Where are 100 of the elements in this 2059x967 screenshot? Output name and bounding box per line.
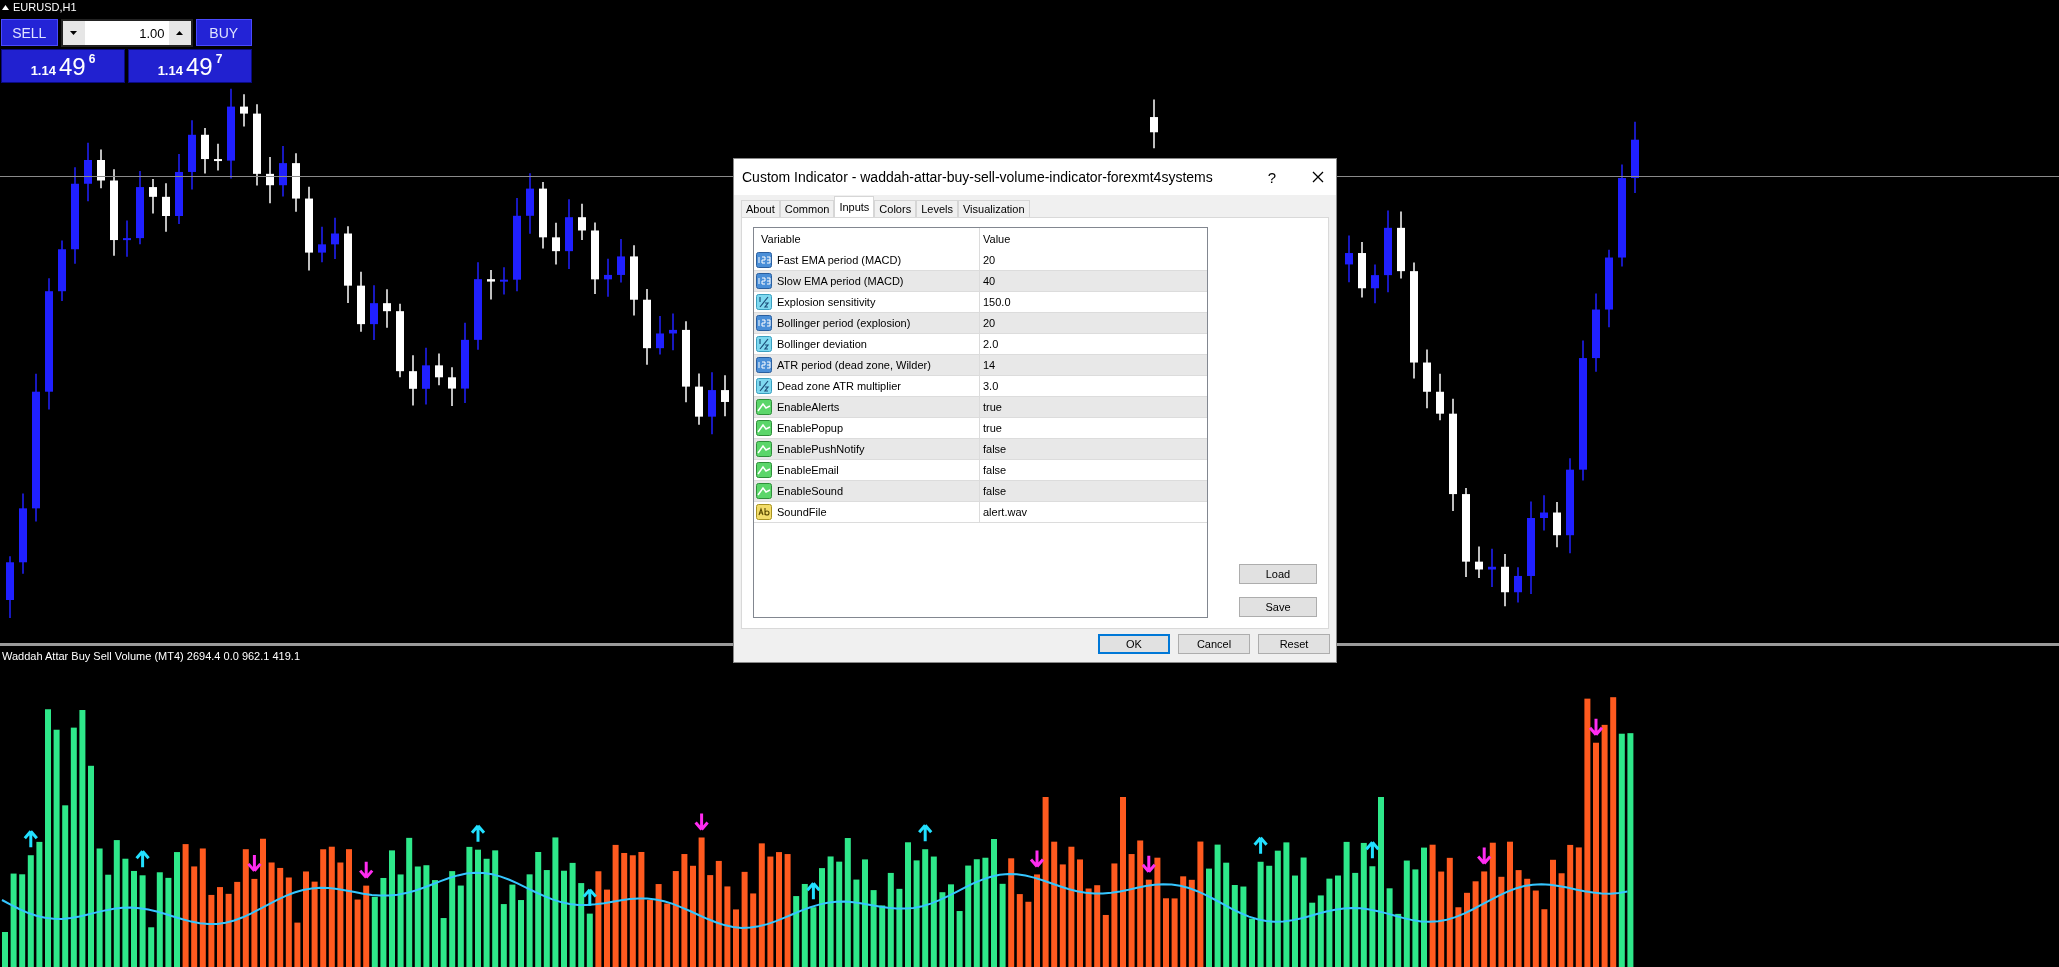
indicator-label: Waddah Attar Buy Sell Volume (MT4) 2694.4 0.0 962.1 419.1: [2, 650, 300, 662]
save-button[interactable]: Save: [1239, 597, 1317, 617]
fraction-icon: [756, 378, 772, 394]
candle: [1540, 494, 1548, 532]
candle: [1501, 553, 1509, 608]
candle: [1150, 98, 1158, 149]
variable-value[interactable]: 150.0: [980, 292, 1207, 312]
buy-signal-arrow: [470, 824, 486, 844]
candle: [656, 315, 664, 356]
candle: [357, 270, 365, 333]
candle: [539, 181, 547, 250]
candle: [84, 141, 92, 202]
candle: [1358, 241, 1366, 299]
sell-signal-arrow: [246, 853, 262, 873]
variable-value[interactable]: 20: [980, 250, 1207, 270]
candle: [1475, 545, 1483, 579]
candle: [487, 269, 495, 301]
candle: [1553, 501, 1561, 548]
variable-value[interactable]: 3.0: [980, 376, 1207, 396]
close-icon[interactable]: [1312, 171, 1324, 183]
buy-signal-arrow: [917, 823, 933, 843]
integer-icon: [756, 315, 772, 331]
tab[interactable]: Colors: [874, 200, 917, 217]
variable-value[interactable]: 20: [980, 313, 1207, 333]
integer-icon: [756, 252, 772, 268]
candle: [240, 93, 248, 128]
candle: [1345, 234, 1353, 283]
variable-name: EnableAlerts: [777, 401, 840, 413]
candle: [292, 152, 300, 213]
help-button[interactable]: ?: [1259, 168, 1284, 186]
sell-button[interactable]: SELL: [1, 19, 58, 46]
candle: [331, 217, 339, 260]
variable-name: EnableSound: [777, 485, 844, 497]
variable-value[interactable]: alert.wav: [980, 502, 1207, 522]
dialog-button[interactable]: OK: [1098, 634, 1170, 654]
candle: [279, 145, 287, 198]
buy-button[interactable]: BUY: [195, 19, 252, 46]
variable-name: ATR period (dead zone, Wilder): [777, 359, 931, 371]
candle: [97, 148, 105, 190]
variable-value[interactable]: false: [980, 460, 1207, 480]
sell-signal-arrow: [1029, 848, 1045, 868]
candle: [162, 182, 170, 233]
variable-value[interactable]: 40: [980, 271, 1207, 291]
variable-name: Bollinger period (explosion): [777, 317, 911, 329]
variable-value[interactable]: 2.0: [980, 334, 1207, 354]
buy-signal-arrow: [1364, 840, 1380, 860]
variable-value[interactable]: false: [980, 439, 1207, 459]
collapse-icon[interactable]: [2, 4, 9, 10]
variable-value[interactable]: false: [980, 481, 1207, 501]
variable-name: Fast EMA period (MACD): [777, 254, 902, 266]
sell-signal-arrow: [694, 812, 710, 831]
candle: [708, 371, 716, 435]
tab[interactable]: Common: [779, 200, 835, 217]
variable-name: Explosion sensitivity: [777, 296, 876, 308]
candle: [1423, 348, 1431, 409]
variable-value[interactable]: 14: [980, 355, 1207, 375]
toggle-icon: [756, 399, 772, 415]
sell-signal-arrow: [1476, 845, 1492, 865]
column-header[interactable]: Value: [980, 228, 1207, 250]
toggle-icon: [756, 462, 772, 478]
candle: [617, 238, 625, 284]
chart-symbol: EURUSD,H1: [13, 1, 77, 13]
sell-signal-arrow: [1141, 854, 1157, 874]
variable-value[interactable]: true: [980, 397, 1207, 417]
buy-signal-arrow: [582, 888, 598, 908]
candle: [552, 222, 560, 266]
dialog-title: Custom Indicator - waddah-attar-buy-sell-volume-indicator-forexmt4systems: [742, 169, 1214, 185]
toggle-icon: [756, 483, 772, 499]
buy-signal-arrow: [135, 849, 151, 869]
tab[interactable]: Visualization: [957, 200, 1030, 217]
candle: [6, 555, 14, 619]
buy-signal-arrow: [1253, 836, 1269, 856]
candle: [448, 366, 456, 407]
integer-icon: [756, 357, 772, 373]
tab[interactable]: Levels: [916, 200, 958, 217]
variable-name: Bollinger deviation: [777, 338, 867, 350]
tab[interactable]: About: [741, 200, 780, 217]
candle: [370, 284, 378, 341]
column-header[interactable]: Variable: [754, 228, 980, 250]
variable-value[interactable]: true: [980, 418, 1207, 438]
candle: [565, 198, 573, 270]
load-button[interactable]: Load: [1239, 564, 1317, 584]
candle: [383, 288, 391, 329]
dialog-button[interactable]: Cancel: [1178, 634, 1250, 654]
fraction-icon: [756, 336, 772, 352]
candle: [1397, 210, 1405, 280]
toggle-icon: [756, 420, 772, 436]
buy-signal-arrow: [23, 829, 39, 849]
candle: [123, 219, 131, 258]
integer-icon: [756, 273, 772, 289]
candle: [578, 203, 586, 241]
dialog-button[interactable]: Reset: [1258, 634, 1330, 654]
candle: [1436, 373, 1444, 421]
tab[interactable]: Inputs: [834, 196, 875, 217]
candle: [214, 142, 222, 172]
candle: [58, 239, 66, 302]
sell-signal-arrow: [1588, 717, 1604, 737]
candle: [669, 312, 677, 352]
candle: [266, 156, 274, 204]
candle: [149, 178, 157, 215]
